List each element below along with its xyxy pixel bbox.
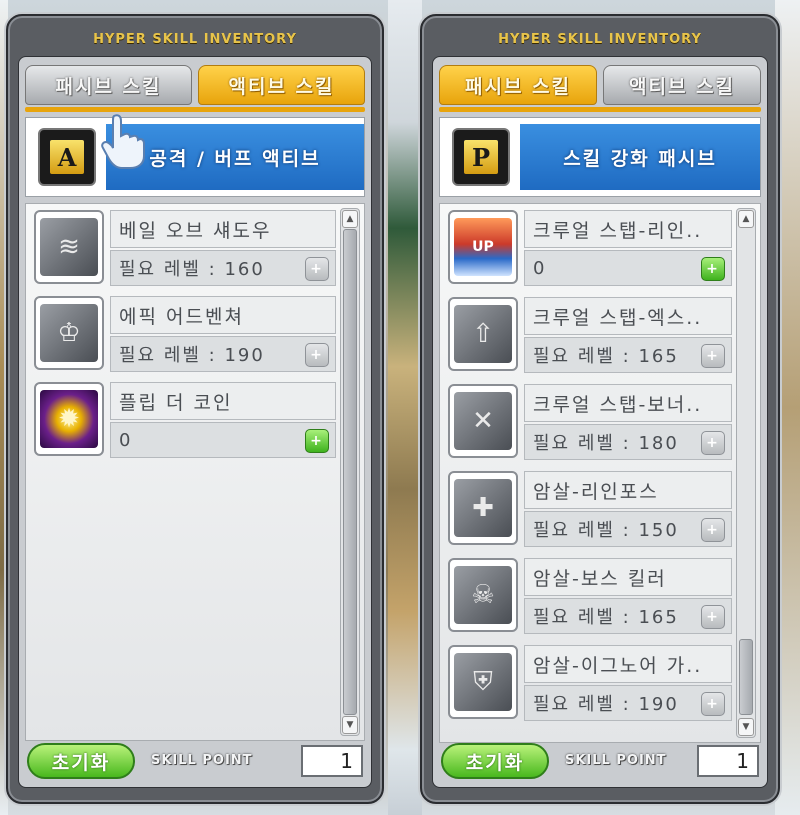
- tab-bar: 패시브 스킬 액티브 스킬: [439, 65, 761, 109]
- skill-level-box: 0 +: [524, 250, 732, 286]
- passive-category-icon: P: [452, 128, 510, 186]
- skill-name: 에픽 어드벤쳐: [110, 296, 336, 334]
- skill-item: ≋ 베일 오브 섀도우 필요 레벨 : 160 +: [30, 206, 336, 290]
- skill-up-button[interactable]: +: [701, 605, 725, 629]
- skill-level: 필요 레벨 : 190: [119, 345, 265, 366]
- tab-bar: 패시브 스킬 액티브 스킬: [25, 65, 365, 109]
- tab-underline: [439, 107, 761, 112]
- skill-item: ⛨ 암살-이그노어 가.. 필요 레벨 : 190 +: [444, 641, 732, 725]
- skill-level: 필요 레벨 : 165: [533, 607, 679, 628]
- hyper-skill-window-passive: HYPER SKILL INVENTORY 패시브 스킬 액티브 스킬 P 스킬…: [420, 14, 780, 804]
- category-header: P 스킬 강화 패시브: [439, 117, 761, 197]
- category-banner: 스킬 강화 패시브: [520, 124, 760, 190]
- skill-item: ⇧ 크루얼 스탭-엑스.. 필요 레벨 : 165 +: [444, 293, 732, 377]
- footer: 초기화 SKILL POINT 1: [25, 739, 365, 783]
- skill-level-box: 필요 레벨 : 165 +: [524, 337, 732, 373]
- background-scenery-middle: [388, 0, 422, 815]
- assassinate-ignore-guard-icon[interactable]: ⛨: [448, 645, 518, 719]
- veil-of-shadow-icon[interactable]: ≋: [34, 210, 104, 284]
- assassinate-reinforce-icon[interactable]: ✚: [448, 471, 518, 545]
- skill-list: UP 크루얼 스탭-리인.. 0 + ⇧ 크루얼 스탭-엑스.. 필요 레벨 :…: [439, 203, 761, 743]
- tab-active-skill[interactable]: 액티브 스킬: [603, 65, 761, 105]
- skill-level: 필요 레벨 : 190: [533, 694, 679, 715]
- scroll-thumb[interactable]: [343, 229, 357, 715]
- skill-name: 베일 오브 섀도우: [110, 210, 336, 248]
- skill-list: ≋ 베일 오브 섀도우 필요 레벨 : 160 + ♔ 에픽 어드벤쳐 필요 레…: [25, 203, 365, 741]
- epic-adventure-icon[interactable]: ♔: [34, 296, 104, 370]
- scroll-down-arrow-icon[interactable]: ▼: [738, 718, 754, 736]
- scrollbar[interactable]: ▲ ▼: [340, 208, 360, 736]
- tab-active-skill[interactable]: 액티브 스킬: [198, 65, 365, 105]
- window-panel: 패시브 스킬 액티브 스킬 P 스킬 강화 패시브 UP 크루얼 스탭-리인..…: [432, 56, 768, 788]
- tab-passive-skill[interactable]: 패시브 스킬: [25, 65, 192, 105]
- assassinate-boss-killer-icon[interactable]: ☠: [448, 558, 518, 632]
- skill-level-box: 0 +: [110, 422, 336, 458]
- active-category-icon: A: [38, 128, 96, 186]
- skill-up-button[interactable]: +: [701, 518, 725, 542]
- skill-point-label: SKILL POINT: [565, 753, 667, 768]
- skill-level-box: 필요 레벨 : 180 +: [524, 424, 732, 460]
- skill-item: UP 크루얼 스탭-리인.. 0 +: [444, 206, 732, 290]
- hyper-skill-window-active: HYPER SKILL INVENTORY 패시브 스킬 액티브 스킬 A 공격…: [6, 14, 384, 804]
- skill-name: 크루얼 스탭-보너..: [524, 384, 732, 422]
- category-icon-letter: A: [50, 140, 84, 174]
- skill-up-button[interactable]: +: [305, 429, 329, 453]
- window-title: HYPER SKILL INVENTORY: [498, 32, 702, 47]
- skill-up-button[interactable]: +: [701, 257, 725, 281]
- skill-point-value: 1: [301, 745, 363, 777]
- cruel-stab-reinforce-icon[interactable]: UP: [448, 210, 518, 284]
- skill-name: 암살-보스 킬러: [524, 558, 732, 596]
- scroll-up-arrow-icon[interactable]: ▲: [342, 210, 358, 228]
- skill-level: 필요 레벨 : 165: [533, 346, 679, 367]
- skill-level-box: 필요 레벨 : 165 +: [524, 598, 732, 634]
- skill-name: 암살-리인포스: [524, 471, 732, 509]
- skill-up-button[interactable]: +: [701, 431, 725, 455]
- skill-up-button[interactable]: +: [701, 344, 725, 368]
- category-icon-letter: P: [464, 140, 498, 174]
- cruel-stab-extra-strike-icon[interactable]: ⇧: [448, 297, 518, 371]
- skill-up-button[interactable]: +: [305, 343, 329, 367]
- reset-button[interactable]: 초기화: [441, 743, 549, 779]
- scroll-down-arrow-icon[interactable]: ▼: [342, 716, 358, 734]
- skill-level-box: 필요 레벨 : 160 +: [110, 250, 336, 286]
- skill-level: 필요 레벨 : 160: [119, 259, 265, 280]
- skill-level-box: 필요 레벨 : 190 +: [110, 336, 336, 372]
- cruel-stab-bonus-chance-icon[interactable]: ✕: [448, 384, 518, 458]
- flip-the-coin-icon[interactable]: ✹: [34, 382, 104, 456]
- skill-item: ✹ 플립 더 코인 0 +: [30, 378, 336, 462]
- skill-level: 0: [119, 429, 133, 451]
- hand-cursor-icon: [101, 114, 145, 169]
- skill-up-button[interactable]: +: [701, 692, 725, 716]
- skill-level-box: 필요 레벨 : 190 +: [524, 685, 732, 721]
- category-header: A 공격 / 버프 액티브: [25, 117, 365, 197]
- window-panel: 패시브 스킬 액티브 스킬 A 공격 / 버프 액티브 ≋ 베일 오브 섀도우 …: [18, 56, 372, 788]
- skill-name: 크루얼 스탭-리인..: [524, 210, 732, 248]
- skill-point-label: SKILL POINT: [151, 753, 253, 768]
- scrollbar[interactable]: ▲ ▼: [736, 208, 756, 738]
- skill-up-button[interactable]: +: [305, 257, 329, 281]
- skill-level: 필요 레벨 : 150: [533, 520, 679, 541]
- skill-item: ✚ 암살-리인포스 필요 레벨 : 150 +: [444, 467, 732, 551]
- tab-underline: [25, 107, 365, 112]
- skill-level: 필요 레벨 : 180: [533, 433, 679, 454]
- skill-name: 크루얼 스탭-엑스..: [524, 297, 732, 335]
- skill-name: 암살-이그노어 가..: [524, 645, 732, 683]
- skill-item: ♔ 에픽 어드벤쳐 필요 레벨 : 190 +: [30, 292, 336, 376]
- skill-name: 플립 더 코인: [110, 382, 336, 420]
- reset-button[interactable]: 초기화: [27, 743, 135, 779]
- skill-item: ☠ 암살-보스 킬러 필요 레벨 : 165 +: [444, 554, 732, 638]
- footer: 초기화 SKILL POINT 1: [439, 739, 761, 783]
- skill-level-box: 필요 레벨 : 150 +: [524, 511, 732, 547]
- window-title: HYPER SKILL INVENTORY: [93, 32, 297, 47]
- scroll-up-arrow-icon[interactable]: ▲: [738, 210, 754, 228]
- scroll-thumb[interactable]: [739, 639, 753, 715]
- tab-passive-skill[interactable]: 패시브 스킬: [439, 65, 597, 105]
- skill-point-value: 1: [697, 745, 759, 777]
- skill-item: ✕ 크루얼 스탭-보너.. 필요 레벨 : 180 +: [444, 380, 732, 464]
- skill-level: 0: [533, 257, 547, 279]
